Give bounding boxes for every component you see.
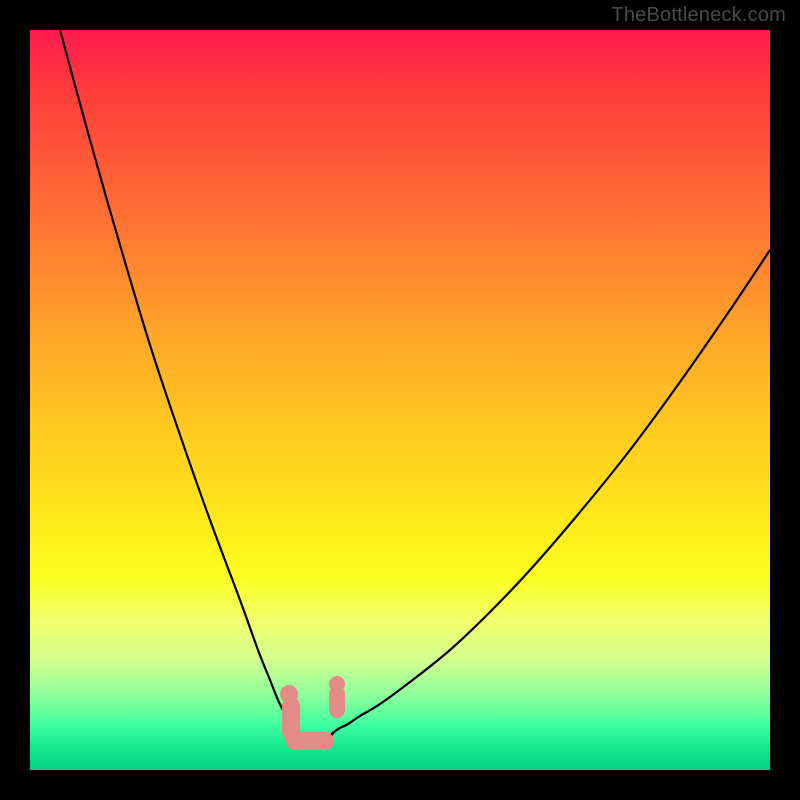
watermark-text: TheBottleneck.com [611,4,786,27]
chart-plot-area [30,30,770,770]
curve-right-branch [330,250,770,736]
marker-right-bar [329,686,345,718]
bottleneck-curve [30,30,770,770]
marker-bottom-bar [286,732,334,750]
curve-left-branch [60,30,296,730]
